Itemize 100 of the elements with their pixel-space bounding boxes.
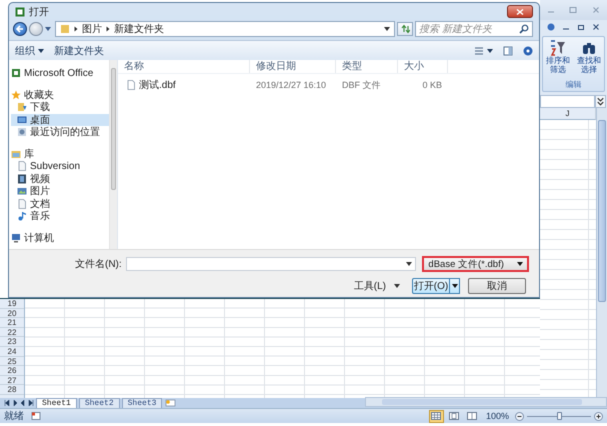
- nav-item[interactable]: Subversion: [11, 160, 109, 172]
- tools-button[interactable]: 工具(L): [354, 279, 400, 293]
- open-button[interactable]: 打开(O): [412, 278, 450, 294]
- row-header[interactable]: 28: [0, 385, 24, 395]
- maximize-icon[interactable]: [569, 6, 578, 14]
- table-cell-text: 2019/12/27 16:10: [255, 80, 328, 90]
- download-folder-icon: [17, 102, 27, 112]
- nav-item[interactable]: 音乐: [11, 210, 109, 222]
- zoom-in-icon[interactable]: [594, 412, 603, 420]
- caret-icon: [487, 48, 493, 52]
- nav-item[interactable]: 最近访问的位置: [11, 126, 109, 138]
- chevron-right-icon: [74, 26, 78, 32]
- caret-icon: [517, 262, 523, 266]
- row-header[interactable]: 26: [0, 366, 24, 376]
- refresh-icon: [400, 24, 410, 34]
- star-icon: [11, 90, 21, 100]
- zoom-slider[interactable]: [527, 411, 591, 421]
- scrollbar[interactable]: [365, 397, 607, 407]
- picture-icon: [17, 186, 27, 196]
- sort-filter-icon: [550, 40, 566, 56]
- view-button[interactable]: [474, 46, 493, 56]
- document-icon: [17, 161, 27, 172]
- folder-icon: [11, 148, 21, 159]
- sheet-tab[interactable]: Sheet2: [78, 398, 120, 408]
- filename-field[interactable]: [126, 257, 416, 271]
- back-button[interactable]: [13, 22, 27, 36]
- film-icon: [17, 174, 27, 184]
- nav-item[interactable]: 桌面: [11, 114, 109, 126]
- file-row[interactable]: 测试.dbf 2019/12/27 16:10 DBF 文件 0 KB: [118, 77, 539, 93]
- table-cell-text: 0 KB: [421, 80, 443, 90]
- row-header[interactable]: 25: [0, 356, 24, 366]
- file-name: 测试.dbf: [139, 78, 176, 92]
- sheet-tab[interactable]: Sheet3: [122, 398, 162, 408]
- new-folder-button[interactable]: 新建文件夹: [54, 44, 104, 58]
- refresh-button[interactable]: [397, 22, 413, 36]
- insert-sheet-icon[interactable]: [164, 399, 176, 407]
- caret-icon: [38, 48, 44, 52]
- arrow-left-icon: [15, 24, 25, 34]
- status-text: 就绪: [4, 410, 24, 423]
- close-icon[interactable]: [592, 23, 600, 31]
- grid-icon: [431, 412, 442, 420]
- caret-icon: [394, 284, 400, 288]
- sheet-navigation-icon[interactable]: [28, 400, 34, 406]
- row-header[interactable]: 21: [0, 318, 24, 328]
- column-header[interactable]: 大小: [398, 60, 448, 73]
- ribbon-button[interactable]: 查找和选择: [574, 40, 604, 74]
- column-header[interactable]: 名称: [118, 60, 250, 73]
- row-header[interactable]: 22: [0, 328, 24, 338]
- file-type-dropdown[interactable]: dBase 文件(*.dbf): [422, 256, 529, 272]
- caret-icon: [45, 27, 51, 31]
- sheet-tab[interactable]: Sheet1: [36, 398, 77, 408]
- nav-item[interactable]: 下载: [11, 101, 109, 114]
- organize-button[interactable]: 组织: [15, 44, 44, 58]
- scrollbar[interactable]: [109, 60, 117, 249]
- sheet-navigation-icon[interactable]: [4, 400, 10, 406]
- row-header[interactable]: 24: [0, 346, 24, 357]
- group-label: 编辑: [566, 79, 582, 91]
- nav-item[interactable]: 图片: [11, 185, 109, 198]
- caret-icon: [384, 27, 390, 31]
- row-header[interactable]: 20: [0, 308, 24, 318]
- expand-icon[interactable]: [595, 94, 606, 108]
- page-break-icon: [467, 412, 478, 420]
- breadcrumb-item[interactable]: 图片: [82, 22, 102, 36]
- row-header[interactable]: 19: [0, 299, 24, 309]
- zoom-level[interactable]: 100%: [486, 411, 509, 421]
- row-header[interactable]: 23: [0, 337, 24, 347]
- open-menu-button[interactable]: [450, 278, 460, 294]
- column-header[interactable]: 修改日期: [250, 60, 336, 73]
- nav-item[interactable]: 文档: [11, 198, 109, 210]
- page-layout-icon: [449, 412, 460, 420]
- nav-item[interactable]: 库: [11, 148, 109, 160]
- ribbon-button[interactable]: 排序和筛选: [544, 40, 572, 74]
- preview-pane-button[interactable]: [503, 46, 513, 56]
- nav-item[interactable]: 视频: [11, 172, 109, 185]
- music-note-icon: [17, 211, 27, 222]
- binoculars-icon: [581, 40, 597, 56]
- table-cell-text: DBF 文件: [341, 78, 382, 92]
- folder-icon: [60, 24, 70, 34]
- breadcrumb-item[interactable]: 新建文件夹: [114, 22, 164, 36]
- close-icon: [516, 8, 524, 14]
- list-view-icon: [474, 46, 484, 56]
- window-title: 打开: [29, 6, 49, 18]
- scrollbar[interactable]: [596, 108, 607, 398]
- search-icon: [519, 24, 529, 34]
- chevron-right-icon: [106, 26, 110, 32]
- nav-item[interactable]: 计算机: [11, 232, 109, 244]
- cancel-button[interactable]: 取消: [468, 278, 526, 294]
- address-bar[interactable]: 图片 新建文件夹: [55, 21, 395, 37]
- row-header[interactable]: 27: [0, 376, 24, 386]
- nav-item[interactable]: 收藏夹: [11, 88, 109, 101]
- pane-icon: [503, 46, 513, 56]
- restore-icon[interactable]: [576, 23, 585, 31]
- document-icon: [17, 198, 27, 209]
- zoom-out-icon[interactable]: [515, 412, 524, 420]
- column-header[interactable]: 类型: [336, 60, 398, 73]
- record-macro-icon[interactable]: [31, 411, 41, 421]
- close-button[interactable]: [507, 5, 533, 18]
- caret-icon: [406, 262, 412, 266]
- nav-item[interactable]: Microsoft Office: [11, 67, 109, 80]
- column-header[interactable]: J: [540, 108, 596, 120]
